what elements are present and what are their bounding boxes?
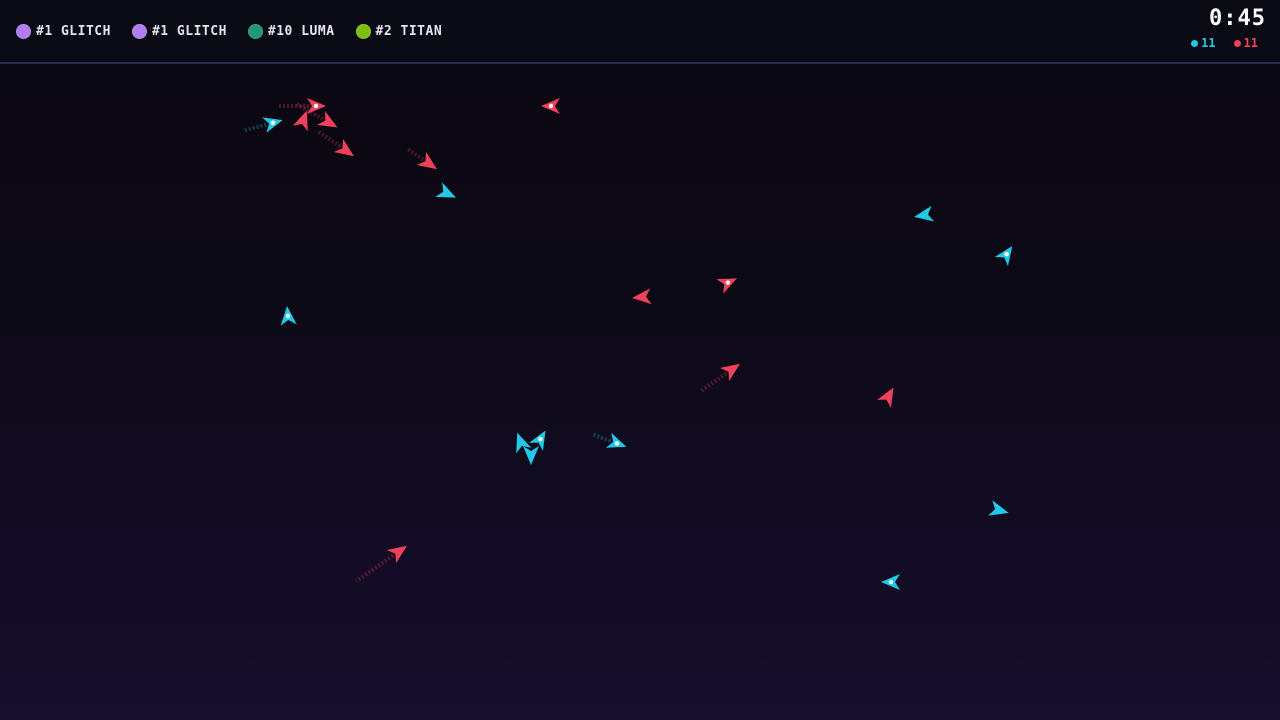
player-tag: #2 TITAN — [355, 24, 443, 39]
team-dot-icon — [1233, 39, 1241, 47]
ship-trail — [355, 553, 395, 583]
red-ship-icon — [632, 288, 652, 305]
cyan-ship-icon — [529, 430, 546, 451]
red-ship-icon — [698, 363, 741, 394]
ship-trail — [316, 128, 342, 149]
cyan-ship-icon — [435, 182, 456, 198]
team-dot-icon — [1191, 39, 1199, 47]
cyan-ship-icon — [592, 432, 627, 448]
red-ship-icon — [877, 387, 894, 408]
ship-hull — [988, 500, 1009, 516]
player-list: #1 GLITCH #1 GLITCH #10 LUMA #2 TITAN — [16, 24, 463, 39]
ship-trail — [244, 122, 267, 133]
player-name: #10 LUMA — [267, 24, 335, 39]
player-color-dot — [16, 24, 31, 39]
player-tag: #1 GLITCH — [16, 24, 111, 39]
red-ship-icon — [541, 98, 560, 114]
team-scores: 11 11 — [1173, 36, 1258, 50]
arena-field — [244, 98, 1013, 590]
cyan-ship-icon — [881, 574, 900, 590]
player-tag: #10 LUMA — [247, 24, 335, 39]
ship-hull — [523, 446, 539, 465]
hud-bar: #1 GLITCH #1 GLITCH #10 LUMA #2 TITAN 0:… — [0, 0, 1280, 64]
player-color-dot — [247, 24, 263, 39]
ship-hull — [435, 182, 456, 198]
player-tag: #1 GLITCH — [131, 24, 227, 39]
player-color-dot — [355, 24, 371, 39]
team-score-red: 11 — [1233, 36, 1258, 50]
cyan-ship-icon — [988, 500, 1009, 516]
cyan-ship-icon — [523, 446, 539, 465]
ship-core — [888, 579, 894, 585]
red-ship-icon — [405, 146, 438, 170]
ship-trail — [698, 371, 728, 394]
cyan-ship-icon — [914, 205, 935, 222]
team-score-value: 11 — [1243, 36, 1258, 50]
red-ship-icon — [316, 128, 355, 157]
ship-core — [313, 103, 319, 109]
red-ship-icon — [716, 278, 737, 294]
player-name: #1 GLITCH — [36, 24, 111, 39]
ship-hull — [632, 288, 652, 305]
cyan-ship-icon — [244, 117, 283, 133]
cyan-ship-icon — [280, 306, 297, 326]
ship-core — [548, 103, 554, 109]
team-score-cyan: 11 — [1191, 36, 1216, 50]
player-color-dot — [131, 24, 147, 39]
ship-trail — [592, 432, 612, 443]
ship-hull — [877, 387, 894, 408]
team-score-value: 11 — [1201, 36, 1216, 50]
ship-trail — [405, 146, 425, 162]
ship-hull — [914, 205, 935, 222]
player-name: #2 TITAN — [375, 24, 443, 39]
match-timer: 0:45 — [1209, 6, 1266, 31]
red-ship-icon — [355, 545, 408, 583]
player-name: #1 GLITCH — [151, 24, 227, 39]
cyan-ship-icon — [994, 245, 1013, 267]
